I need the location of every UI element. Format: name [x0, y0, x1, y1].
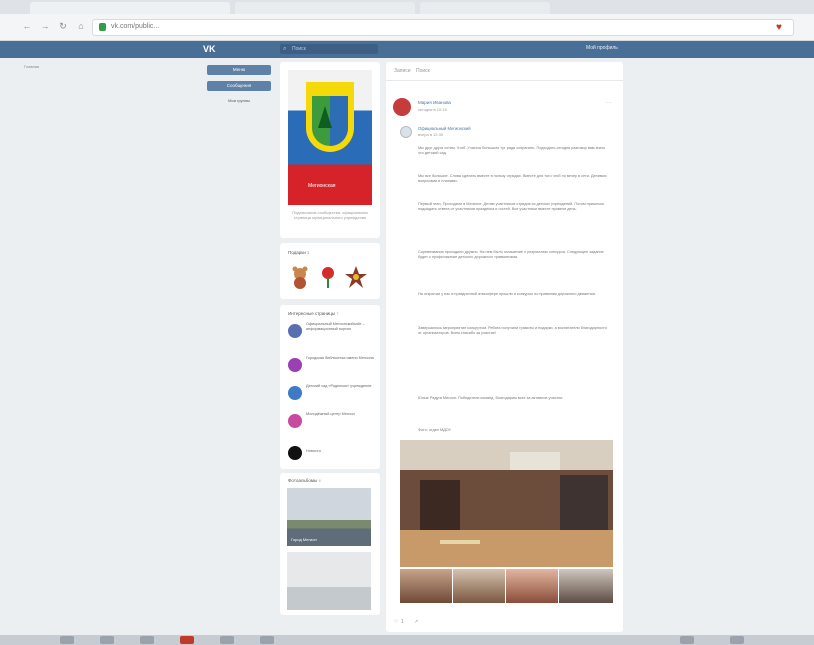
search-placeholder: Поиск [292, 46, 306, 52]
page-avatar [288, 414, 302, 428]
post-paragraph: Мы все большие. Слова сделать вместе в п… [418, 174, 607, 183]
photo-thumb[interactable] [559, 569, 613, 603]
address-bar[interactable]: vk.com/public... ♥ [92, 19, 794, 36]
page-item[interactable]: Новости [288, 444, 372, 468]
tab-posts[interactable]: Записи [394, 68, 411, 74]
page-item[interactable]: Городская библиотека имени Мегиона [288, 356, 374, 380]
browser-tab[interactable] [30, 2, 230, 14]
tree-icon [318, 106, 332, 128]
browser-tab-strip [0, 0, 814, 14]
photo-thumb[interactable] [400, 569, 452, 603]
gift-bear-icon[interactable] [288, 265, 312, 289]
browser-toolbar: ← → ↻ ⌂ vk.com/public... ♥ [0, 14, 814, 41]
like-icon[interactable]: ♡ [394, 619, 398, 625]
messages-button[interactable]: Сообщения [207, 81, 271, 91]
tab-search[interactable]: Поиск [416, 68, 430, 74]
gift-flower-icon[interactable] [316, 265, 340, 289]
taskbar-icon[interactable] [680, 636, 694, 644]
photo-thumb[interactable] [506, 569, 558, 603]
back-icon[interactable]: ← [22, 21, 32, 31]
post-paragraph: На открытии у нас в праздничной атмосфер… [418, 292, 596, 296]
groups-link[interactable]: Мои группы [207, 98, 271, 103]
menu-button[interactable]: Меню [207, 65, 271, 75]
taskbar-icon[interactable] [260, 636, 274, 644]
taskbar-icon[interactable] [180, 636, 194, 644]
pages-title: Интересные страницы 7 [288, 311, 339, 316]
lock-icon [99, 23, 106, 31]
photo-thumb[interactable] [453, 569, 505, 603]
page-avatar [288, 324, 302, 338]
page-item[interactable]: Официальный Мегионскийсайт – информацион… [288, 322, 372, 346]
page-name: Молодёжный центр Мегион [306, 412, 355, 416]
album-thumb[interactable]: Город Мегион [287, 488, 371, 546]
repost-time: вчера в 12:30 [418, 132, 444, 137]
browser-tab[interactable] [420, 2, 550, 14]
profile-link[interactable]: Мой профиль [586, 45, 618, 51]
reload-icon[interactable]: ↻ [58, 21, 68, 31]
vk-logo[interactable]: VK [203, 44, 216, 54]
taskbar-icon[interactable] [60, 636, 74, 644]
albums-title: Фотоальбомы 4 [288, 478, 321, 483]
post-tabs: Записи Поиск [386, 62, 623, 81]
taskbar-icon[interactable] [140, 636, 154, 644]
like-count: 1 [401, 619, 404, 625]
page-name: Городская библиотека имени Мегиона [306, 356, 374, 360]
post-paragraph: Соревнования проходили дружно. На нем бы… [418, 250, 604, 259]
gift-star-icon[interactable] [344, 265, 368, 289]
taskbar [0, 635, 814, 645]
heart-icon[interactable]: ♥ [776, 23, 785, 33]
search-input[interactable]: ⌕ Поиск [280, 44, 378, 54]
post-photo[interactable] [400, 440, 613, 567]
page-avatar [288, 358, 302, 372]
community-card: Мегионская Подписчиков сообщества: офици… [280, 62, 380, 238]
page-avatar [288, 386, 302, 400]
post-paragraph: Первый этап. Проходили в Мегионе. Детям … [418, 202, 605, 211]
community-description: Подписчиков сообщества: официальная стра… [292, 210, 368, 220]
search-icon: ⌕ [283, 46, 287, 52]
page-name: Детский сад «Родничок» учреждение [306, 384, 372, 388]
post-paragraph: Фото: отдел МДОУ [418, 428, 451, 432]
page-name: Новости [306, 449, 321, 453]
community-cover[interactable]: Мегионская [288, 70, 372, 205]
post-author[interactable]: Мария Иванова [418, 100, 451, 105]
page-name: Официальный Мегионскийсайт – информацион… [306, 322, 365, 331]
page-item[interactable]: Молодёжный центр Мегион [288, 412, 372, 436]
share-icon[interactable]: ↗ [414, 619, 418, 625]
vk-header: VK ⌕ Поиск Мой профиль [0, 41, 814, 58]
taskbar-icon[interactable] [730, 636, 744, 644]
avatar[interactable] [393, 98, 411, 116]
browser-tab[interactable] [235, 2, 415, 14]
url-text: vk.com/public... [111, 23, 160, 30]
post-paragraph: Завершилось мероприятие концертом. Ребят… [418, 326, 607, 335]
page-avatar [288, 446, 302, 460]
cover-caption: Мегионская [308, 183, 336, 189]
post-time[interactable]: сегодня в 10:15 [418, 107, 447, 112]
album-caption: Город Мегион [291, 537, 317, 542]
repost-avatar[interactable] [400, 126, 412, 138]
more-icon[interactable]: ··· [606, 100, 612, 106]
taskbar-icon[interactable] [220, 636, 234, 644]
album-thumb[interactable] [287, 552, 371, 610]
left-note: Главная [24, 64, 40, 69]
forward-icon[interactable]: → [40, 21, 50, 31]
page-item[interactable]: Детский сад «Родничок» учреждение [288, 384, 372, 408]
post-card: Записи Поиск Мария Иванова сегодня в 10:… [386, 62, 623, 632]
gifts-title: Подарки 3 [288, 250, 310, 255]
repost-author[interactable]: Официальный Мегионский [418, 126, 471, 131]
post-paragraph: Мы друг друга хотим. Чтоб. Участок больш… [418, 146, 606, 155]
home-icon[interactable]: ⌂ [76, 21, 86, 31]
taskbar-icon[interactable] [100, 636, 114, 644]
post-paragraph: Юные Радуга Мегион. Победители команд. Б… [418, 396, 564, 400]
